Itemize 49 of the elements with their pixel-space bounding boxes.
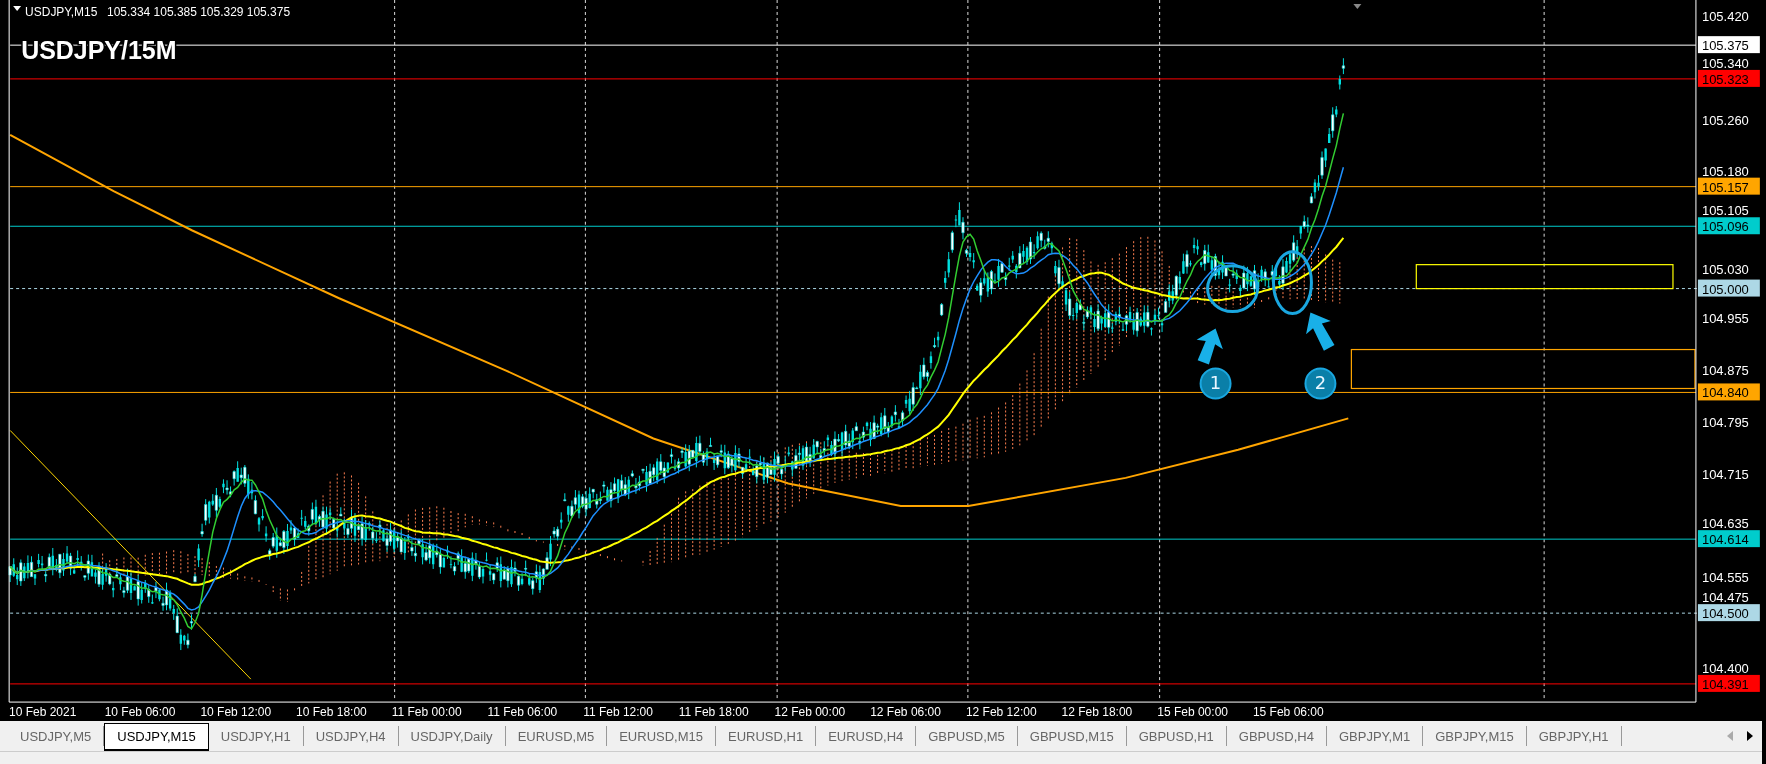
price-tick: 104.475	[1701, 590, 1749, 606]
price-tick: 104.555	[1701, 570, 1749, 586]
arrow-icon	[1306, 312, 1335, 351]
price-tick: 105.030	[1701, 262, 1749, 278]
price-tick: 104.715	[1701, 466, 1749, 482]
time-label: 12 Feb 18:00	[1061, 705, 1134, 720]
price-tick: 105.105	[1701, 203, 1749, 219]
time-label: 10 Feb 18:00	[296, 705, 368, 720]
scroll-marker-icon	[1353, 4, 1362, 9]
time-label: 15 Feb 00:00	[1157, 705, 1229, 720]
price-tag: 104.500	[1697, 604, 1760, 622]
time-label: 10 Feb 06:00	[104, 705, 177, 720]
time-label: 15 Feb 06:00	[1252, 705, 1325, 720]
time-label: 12 Feb 06:00	[870, 705, 942, 720]
chart-symbol: USDJPY,M15	[25, 5, 98, 19]
ohlc-values: 105.334 105.385 105.329 105.375	[107, 5, 291, 19]
price-tick: 104.955	[1701, 310, 1749, 326]
time-label: 10 Feb 2021	[9, 705, 78, 720]
price-tag: 105.096	[1697, 217, 1760, 235]
price-tick: 104.400	[1701, 660, 1749, 676]
price-tick: 105.180	[1701, 163, 1749, 179]
price-tag: 105.157	[1697, 177, 1760, 195]
number-badge: 2	[1304, 367, 1337, 400]
time-label: 11 Feb 18:00	[678, 705, 750, 720]
arrow-icon	[1196, 328, 1223, 365]
price-tag: 104.840	[1697, 383, 1760, 401]
price-tick: 104.795	[1701, 414, 1749, 430]
number-badge: 1	[1199, 367, 1232, 400]
price-tick: 105.340	[1701, 55, 1749, 71]
dropdown-icon[interactable]	[13, 6, 22, 11]
highlight-circle	[1272, 250, 1313, 316]
price-tag: 104.614	[1697, 530, 1760, 548]
time-label: 12 Feb 00:00	[774, 705, 847, 720]
scroll-right-icon[interactable]	[1746, 731, 1754, 741]
time-label: 11 Feb 06:00	[487, 705, 559, 720]
price-tag: 104.391	[1697, 674, 1760, 692]
price-tag: 105.323	[1697, 69, 1760, 87]
time-label: 11 Feb 12:00	[583, 705, 654, 720]
time-label: 10 Feb 12:00	[200, 705, 273, 720]
price-tag: 105.375	[1697, 36, 1760, 54]
highlight-circle	[1206, 264, 1259, 314]
price-tick: 105.420	[1701, 8, 1749, 24]
time-label: 12 Feb 12:00	[965, 705, 1038, 720]
price-tick: 105.260	[1701, 112, 1749, 128]
price-tick: 104.635	[1701, 516, 1749, 532]
chart-tab[interactable]: USDJPY,M15	[104, 723, 209, 751]
price-tag: 105.000	[1697, 279, 1760, 297]
price-tick: 104.875	[1701, 362, 1749, 378]
time-label: 11 Feb 00:00	[391, 705, 463, 720]
